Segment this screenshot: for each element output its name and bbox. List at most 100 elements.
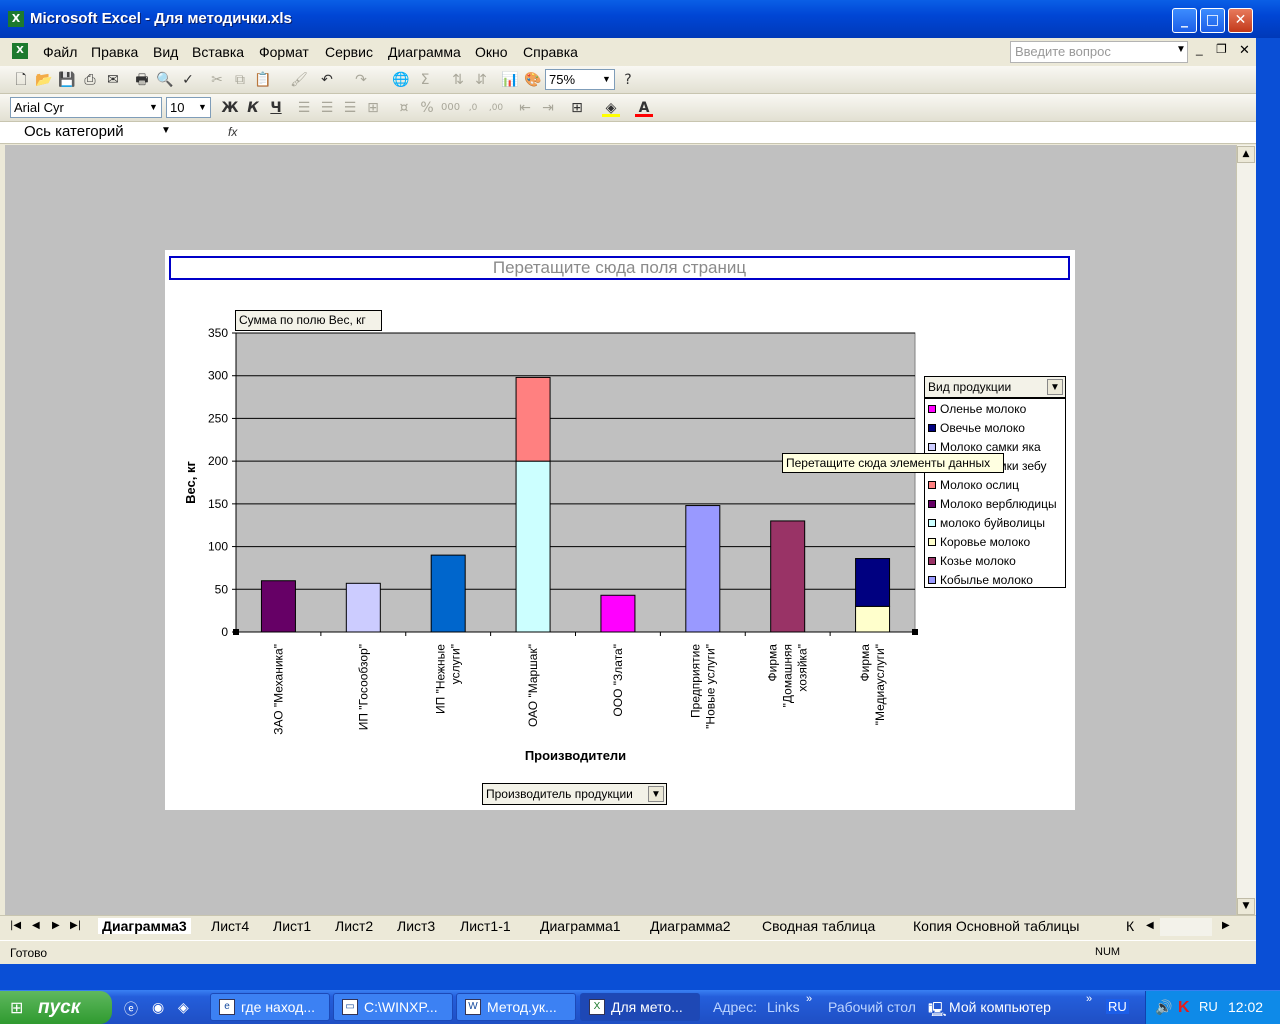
vertical-scrollbar[interactable]	[1236, 145, 1256, 915]
tab-diagramma3[interactable]: Диаграмма3	[98, 918, 191, 934]
legend-item[interactable]: Молоко самки яка	[928, 440, 1041, 454]
last-sheet-icon[interactable]: ▶|	[70, 920, 81, 931]
increase-indent-icon[interactable]: ⇥	[539, 99, 557, 117]
tab-list1-1[interactable]: Лист1-1	[460, 918, 511, 934]
first-sheet-icon[interactable]: |◀	[10, 920, 21, 931]
email-icon[interactable]: ✉	[104, 71, 122, 89]
help-question-input[interactable]: Введите вопрос	[1010, 41, 1188, 63]
underline-button[interactable]: Ч	[267, 99, 285, 117]
chart-wizard-icon[interactable]: 📊	[501, 71, 519, 89]
decrease-decimal-icon[interactable]: ,00	[487, 99, 505, 117]
workbook-icon[interactable]: X	[12, 43, 28, 59]
menu-chart[interactable]: Диаграмма	[388, 44, 461, 60]
redo-icon[interactable]: ↷	[352, 71, 370, 89]
ie-quicklaunch-icon[interactable]: ⓔ	[124, 999, 138, 1019]
align-center-icon[interactable]: ☰	[318, 99, 336, 117]
links-toolbar[interactable]: Links	[767, 999, 800, 1015]
italic-button[interactable]: К	[244, 99, 262, 117]
decrease-indent-icon[interactable]: ⇤	[516, 99, 534, 117]
tab-list1[interactable]: Лист1	[273, 918, 311, 934]
font-select[interactable]: Arial Cyr ▼	[10, 97, 162, 118]
language-indicator[interactable]: RU	[1106, 999, 1129, 1014]
volume-icon[interactable]: 🔊	[1155, 999, 1172, 1016]
bold-button[interactable]: Ж	[221, 99, 239, 117]
format-painter-icon[interactable]: 🖌	[290, 71, 308, 89]
borders-icon[interactable]: ⊞	[568, 99, 586, 117]
legend-item[interactable]: Молоко ослиц	[928, 478, 1019, 492]
legend-item[interactable]: Оленье молоко	[928, 402, 1026, 416]
hscroll-right-icon[interactable]: ▶	[1222, 920, 1230, 931]
horizontal-scrollbar[interactable]	[1160, 918, 1212, 936]
menu-format[interactable]: Формат	[259, 44, 309, 60]
next-sheet-icon[interactable]: ▶	[52, 920, 60, 931]
name-box[interactable]: Ось категорий ▼	[8, 122, 178, 143]
dropdown-arrow-icon[interactable]: ▼	[1047, 379, 1063, 395]
doc-minimize-icon[interactable]: _	[1196, 42, 1203, 56]
legend-item[interactable]: Овечье молоко	[928, 421, 1025, 435]
help-dropdown-icon[interactable]: ▼	[1176, 44, 1186, 55]
title-bar[interactable]: X Microsoft Excel - Для методички.xls	[0, 0, 1280, 38]
my-computer-toolbar[interactable]: Мой компьютер	[949, 999, 1051, 1015]
tab-list3[interactable]: Лист3	[397, 918, 435, 934]
hyperlink-icon[interactable]: 🌐	[392, 71, 410, 89]
copy-icon[interactable]: ⧉	[231, 71, 249, 89]
font-size-select[interactable]: 10 ▼	[166, 97, 211, 118]
tab-diagramma1[interactable]: Диаграмма1	[540, 918, 621, 934]
print-icon[interactable]: 🖶	[133, 71, 151, 89]
tab-truncated[interactable]: К	[1126, 918, 1134, 934]
tab-diagramma2[interactable]: Диаграмма2	[650, 918, 731, 934]
align-left-icon[interactable]: ☰	[295, 99, 313, 117]
legend-item[interactable]: Кобылье молоко	[928, 573, 1033, 587]
maximize-button[interactable]: □	[1200, 8, 1225, 33]
menu-insert[interactable]: Вставка	[192, 44, 244, 60]
hscroll-left-icon[interactable]: ◀	[1146, 920, 1154, 931]
currency-icon[interactable]: ¤	[395, 99, 413, 117]
drawing-icon[interactable]: 🎨	[524, 71, 542, 89]
task-excel-window[interactable]: X Для мето...	[580, 993, 700, 1021]
task-ie-window[interactable]: e где наход...	[210, 993, 330, 1021]
merge-center-icon[interactable]: ⊞	[364, 99, 382, 117]
chart-legend[interactable]: Оленье молоко Овечье молоко Молоко самки я…	[924, 398, 1066, 588]
undo-icon[interactable]: ↶	[318, 71, 336, 89]
font-color-icon[interactable]: A	[635, 99, 653, 117]
address-bar-label[interactable]: Адрес:	[713, 999, 757, 1015]
task-folder-window[interactable]: ▭ C:\WINXP...	[333, 993, 453, 1021]
task-word-window[interactable]: W Метод.ук...	[456, 993, 576, 1021]
help-icon[interactable]: ?	[619, 71, 637, 89]
series-field-dropdown[interactable]: Вид продукции ▼	[924, 376, 1066, 398]
permission-icon[interactable]: ⎙	[81, 71, 99, 89]
data-field-button[interactable]: Сумма по полю Вес, кг	[235, 310, 382, 331]
menu-file[interactable]: Файл	[43, 44, 77, 60]
tab-list4[interactable]: Лист4	[211, 918, 249, 934]
scroll-up-icon[interactable]: ▲	[1237, 146, 1255, 163]
doc-restore-icon[interactable]: ❐	[1216, 42, 1227, 56]
sort-asc-icon[interactable]: ⇅	[449, 71, 467, 89]
legend-item[interactable]: Коровье молоко	[928, 535, 1030, 549]
legend-item[interactable]: Козье молоко	[928, 554, 1016, 568]
chevron-icon[interactable]: »	[806, 993, 812, 1005]
save-icon[interactable]: 💾	[58, 71, 76, 89]
menu-help[interactable]: Справка	[523, 44, 578, 60]
legend-item[interactable]: Молоко верблюдицы	[928, 497, 1057, 511]
menu-view[interactable]: Вид	[153, 44, 178, 60]
menu-tools[interactable]: Сервис	[325, 44, 373, 60]
print-preview-icon[interactable]: 🔍	[156, 71, 174, 89]
tray-language-indicator[interactable]: RU	[1199, 999, 1218, 1014]
legend-item[interactable]: молоко буйволицы	[928, 516, 1045, 530]
minimize-button[interactable]: _	[1172, 8, 1197, 33]
chevron-icon[interactable]: »	[1086, 993, 1092, 1005]
doc-close-icon[interactable]: ✕	[1239, 42, 1250, 58]
menu-window[interactable]: Окно	[475, 44, 508, 60]
desktop-toolbar[interactable]: Рабочий стол	[828, 999, 916, 1015]
zoom-select[interactable]: 75% ▼	[545, 69, 615, 90]
open-icon[interactable]: 📂	[35, 71, 53, 89]
paste-icon[interactable]: 📋	[254, 71, 272, 89]
fx-icon[interactable]: fx	[228, 125, 237, 139]
new-icon[interactable]: 🗋	[12, 71, 30, 89]
category-field-dropdown[interactable]: Производитель продукции ▼	[482, 783, 667, 805]
fill-color-icon[interactable]: ◈	[602, 99, 620, 117]
autosum-icon[interactable]: Σ	[416, 71, 434, 89]
tab-main-table-copy[interactable]: Копия Основной таблицы	[913, 918, 1079, 934]
prev-sheet-icon[interactable]: ◀	[32, 920, 40, 931]
app-quicklaunch-icon[interactable]: ◈	[178, 999, 189, 1016]
